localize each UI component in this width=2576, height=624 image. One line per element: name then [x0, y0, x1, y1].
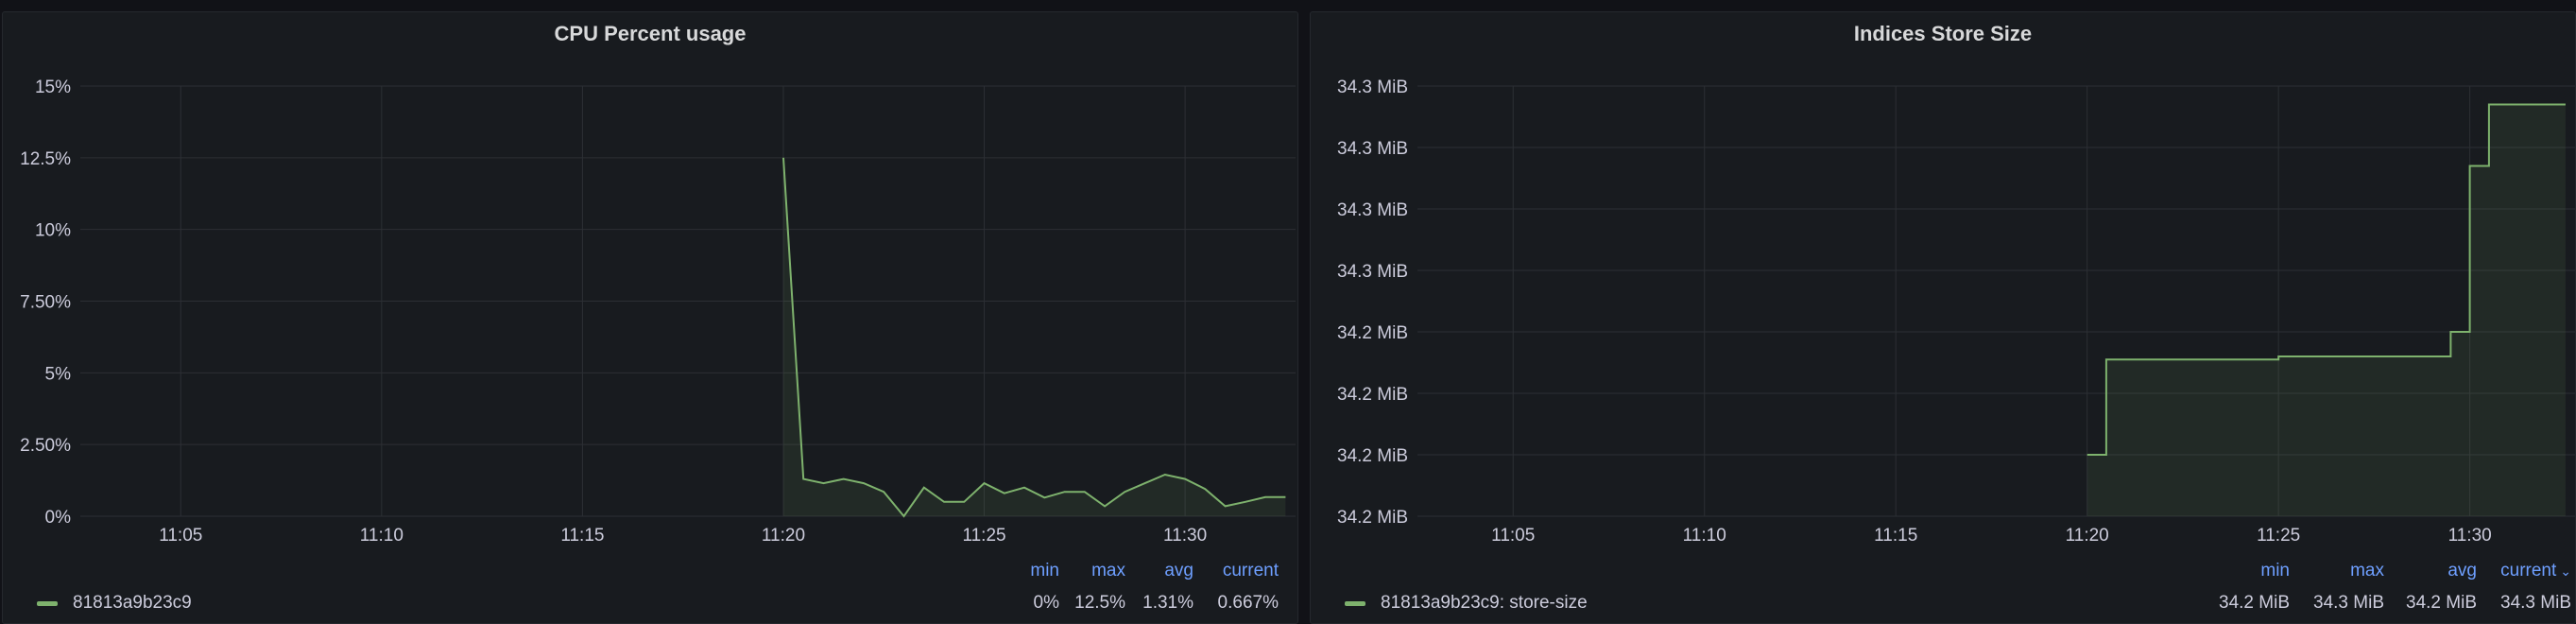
x-tick-label: 11:10	[1683, 526, 1726, 542]
y-tick-label: 5%	[45, 364, 72, 384]
y-tick-label: 12.5%	[20, 149, 71, 169]
y-tick-label: 34.3 MiB	[1337, 139, 1408, 159]
store-size-panel: Indices Store Size 34.3 MiB 34.3 MiB 34.3 …	[1310, 11, 2576, 624]
y-tick-label: 7.50%	[20, 293, 71, 313]
legend-header-current-label: current	[2500, 561, 2557, 581]
x-tick-label: 11:25	[2257, 526, 2300, 542]
series-name[interactable]: 81813a9b23c9	[73, 593, 192, 614]
legend-header-min[interactable]: min	[993, 561, 1059, 581]
cpu-panel: CPU Percent usage 15% 12.5% 10% 7.50% 5% 2.50…	[2, 11, 1298, 624]
y-tick-label: 34.2 MiB	[1337, 508, 1408, 528]
x-tick-label: 11:15	[560, 526, 604, 542]
legend-header-avg[interactable]: avg	[2384, 561, 2477, 581]
y-tick-label: 34.2 MiB	[1337, 323, 1408, 343]
series-area-fill	[783, 157, 1286, 517]
x-tick-label: 11:05	[1491, 526, 1535, 542]
y-tick-label: 0%	[45, 508, 72, 528]
y-tick-label: 34.3 MiB	[1337, 262, 1408, 282]
x-tick-label: 11:15	[1874, 526, 1917, 542]
y-tick-label: 15%	[35, 78, 71, 97]
y-tick-label: 2.50%	[20, 436, 71, 456]
legend-series[interactable]: 81813a9b23c9	[37, 593, 192, 614]
legend-header-current[interactable]: current	[1194, 561, 1279, 581]
legend-header-max[interactable]: max	[2290, 561, 2384, 581]
series-color-swatch[interactable]	[1345, 600, 1365, 606]
legend-header-avg[interactable]: avg	[1125, 561, 1194, 581]
legend-value-current: 34.3 MiB	[2500, 593, 2571, 613]
legend-value-current: 0.667%	[1217, 593, 1279, 613]
legend-headers: min max avg current ⌄	[2208, 561, 2571, 581]
y-tick-label: 34.3 MiB	[1337, 78, 1408, 97]
legend-values: 34.2 MiB 34.3 MiB 34.2 MiB 34.3 MiB	[2208, 593, 2571, 614]
x-tick-label: 11:25	[962, 526, 1005, 542]
legend-header-current[interactable]: current ⌄	[2477, 561, 2571, 581]
x-tick-label: 11:30	[1163, 526, 1207, 542]
series-area-fill	[2087, 104, 2566, 516]
series-name[interactable]: 81813a9b23c9: store-size	[1381, 593, 1588, 614]
x-tick-label: 11:20	[762, 526, 805, 542]
y-tick-label: 34.3 MiB	[1337, 200, 1408, 220]
legend-value-min: 34.2 MiB	[2219, 593, 2290, 613]
legend-value-avg: 34.2 MiB	[2406, 593, 2477, 613]
chevron-down-icon: ⌄	[2560, 563, 2571, 579]
y-tick-label: 10%	[35, 221, 71, 241]
cpu-chart: 15% 12.5% 10% 7.50% 5% 2.50% 0% 11:05 11:10 11:15…	[20, 78, 1296, 542]
legend-value-max: 12.5%	[1074, 593, 1125, 613]
x-tick-label: 11:20	[2066, 526, 2109, 542]
legend-header-min[interactable]: min	[2208, 561, 2290, 581]
series-line[interactable]	[782, 157, 1286, 518]
series-color-swatch[interactable]	[37, 600, 58, 606]
store-size-chart: 34.3 MiB 34.3 MiB 34.3 MiB 34.3 MiB 34.2 MiB…	[1337, 78, 2575, 542]
legend-values: 0% 12.5% 1.31% 0.667%	[993, 593, 1279, 614]
legend-headers: min max avg current	[993, 561, 1279, 581]
legend-value-avg: 1.31%	[1142, 593, 1194, 613]
legend-value-max: 34.3 MiB	[2313, 593, 2384, 613]
x-tick-label: 11:10	[360, 526, 404, 542]
y-tick-label: 34.2 MiB	[1337, 446, 1408, 466]
legend-value-min: 0%	[1033, 593, 1059, 613]
y-tick-label: 34.2 MiB	[1337, 385, 1408, 405]
legend-series[interactable]: 81813a9b23c9: store-size	[1345, 593, 1588, 614]
x-tick-label: 11:05	[159, 526, 202, 542]
x-tick-label: 11:30	[2448, 526, 2492, 542]
legend-header-max[interactable]: max	[1059, 561, 1125, 581]
